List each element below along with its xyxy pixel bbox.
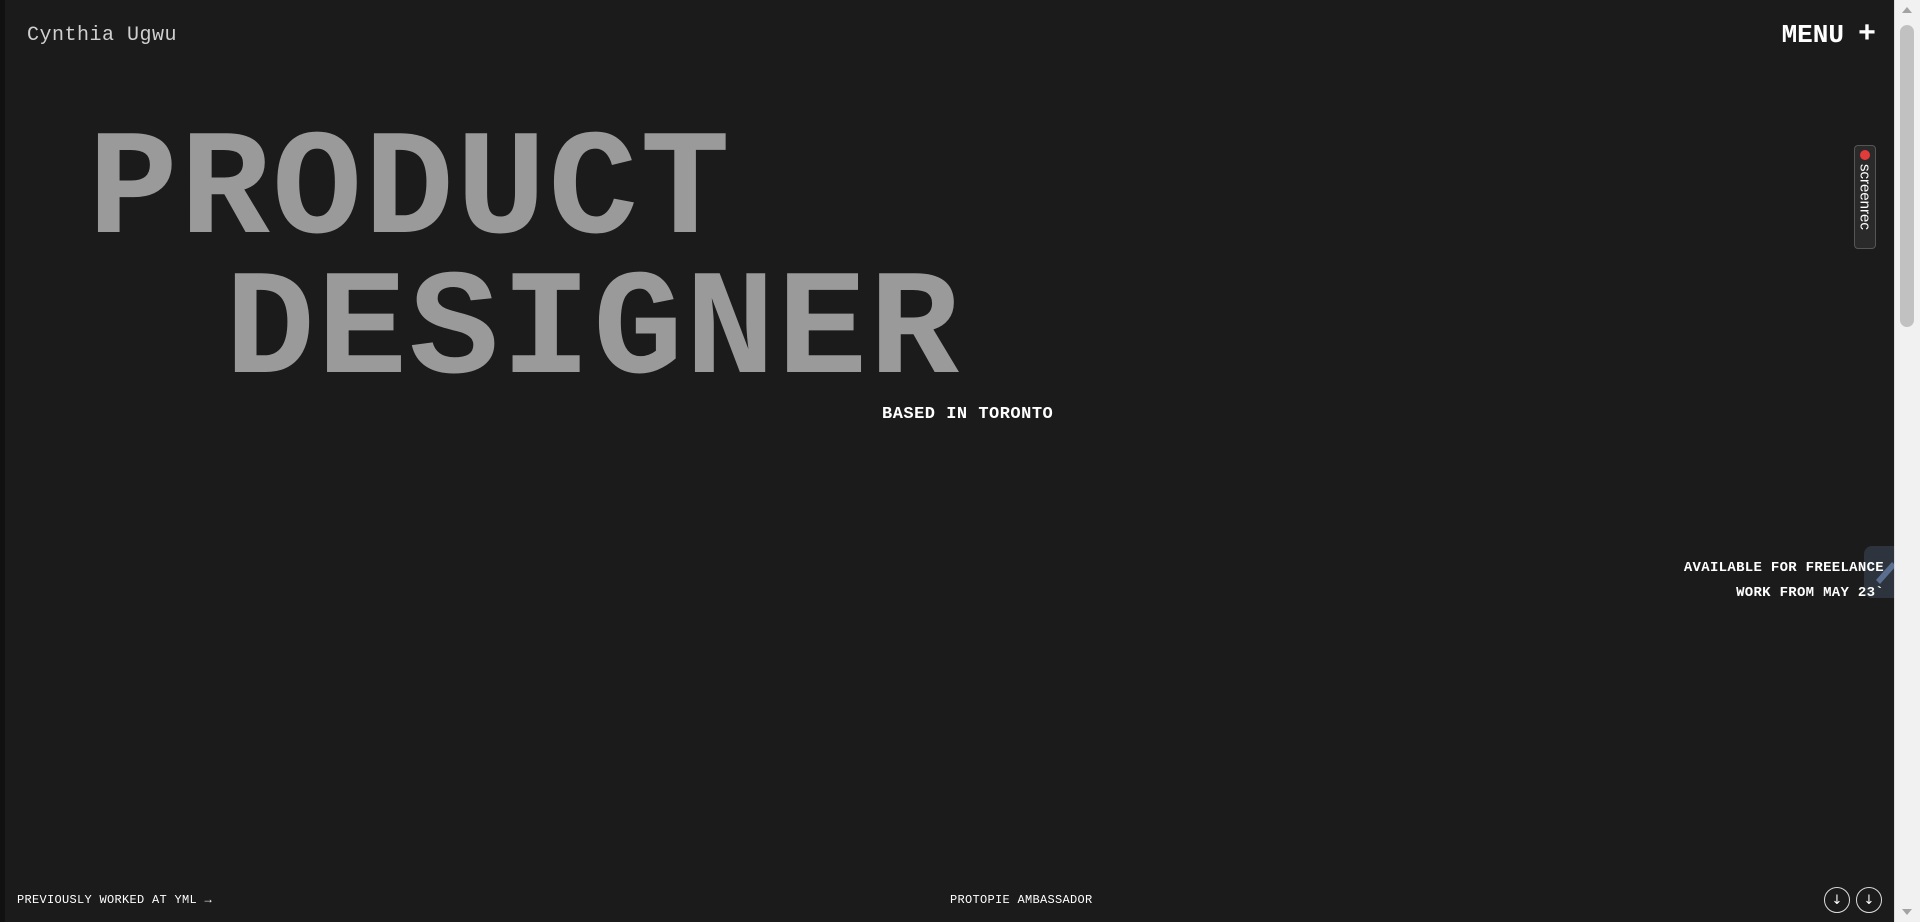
availability-line-2: WORK FROM MAY 23` [1736, 585, 1884, 601]
scroll-down-arrow-icon[interactable] [1902, 909, 1912, 915]
ambassador-text: PROTOPIE AMBASSADOR [950, 893, 1093, 907]
screenrec-label: screenrec [1856, 164, 1874, 230]
menu-button[interactable]: MENU + [1782, 20, 1876, 50]
arrow-down-icon: ↓ [1863, 892, 1875, 908]
availability-line-1: AVAILABLE FOR FREELANCE [1683, 560, 1884, 576]
plus-icon: + [1857, 18, 1876, 52]
brand-name[interactable]: Cynthia Ugwu [27, 24, 177, 47]
hero-title-line-2: DESIGNER [225, 248, 962, 418]
page: Cynthia Ugwu MENU + PRODUCT DESIGNER BAS… [0, 0, 1920, 922]
menu-label: MENU [1781, 20, 1844, 50]
screenrec-widget[interactable]: screenrec [1854, 145, 1876, 249]
location-text: BASED IN TORONTO [882, 405, 1054, 424]
scroll-up-arrow-icon[interactable] [1902, 7, 1912, 13]
scroll-down-button-2[interactable]: ↓ [1856, 887, 1882, 913]
scroll-buttons: ↓ ↓ [1824, 887, 1882, 913]
previous-work-link[interactable]: PREVIOUSLY WORKED AT YML → [17, 893, 212, 907]
window-left-edge [0, 0, 5, 922]
record-dot-icon [1860, 150, 1870, 160]
arrow-down-icon: ↓ [1831, 892, 1843, 908]
scroll-down-button-1[interactable]: ↓ [1824, 887, 1850, 913]
page-scrollbar[interactable] [1894, 0, 1920, 922]
availability-note: AVAILABLE FOR FREELANCE WORK FROM MAY 23… [1684, 556, 1884, 606]
hero-title-line-1: PRODUCT [88, 108, 733, 278]
scrollbar-thumb[interactable] [1900, 25, 1914, 327]
